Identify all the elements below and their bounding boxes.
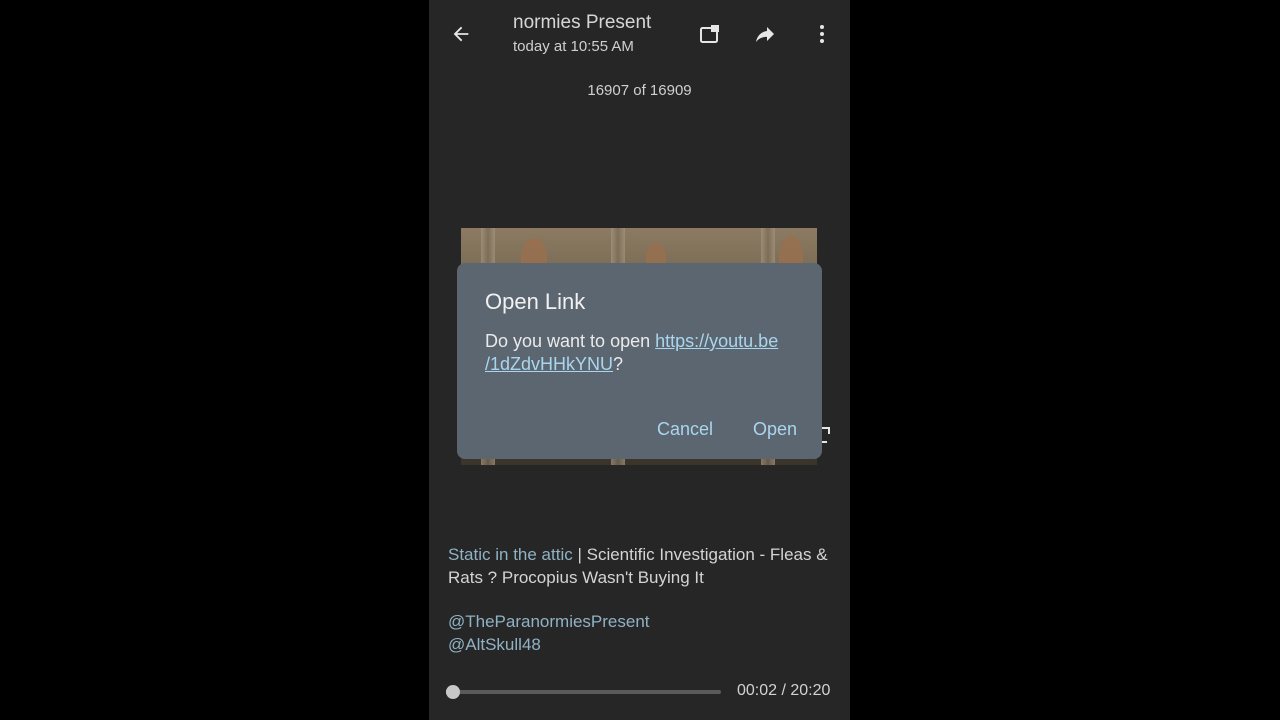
- mention-link[interactable]: @AltSkull48: [448, 634, 828, 657]
- viewer-screen: normies Present today at 10:55 AM 16907 …: [429, 0, 850, 720]
- message-caption: Static in the attic | Scientific Investi…: [448, 544, 828, 656]
- more-options-button[interactable]: [808, 20, 836, 48]
- caption-separator: |: [572, 545, 587, 564]
- arrow-left-icon: [453, 26, 469, 42]
- message-timestamp: today at 10:55 AM: [513, 38, 634, 55]
- dialog-title: Open Link: [485, 289, 586, 314]
- seek-track: [446, 690, 721, 694]
- dialog-url-part: /1dZdvHHkYNU: [485, 353, 614, 374]
- share-button[interactable]: [751, 20, 779, 48]
- header-title-block: normies Present today at 10:55 AM: [513, 10, 663, 55]
- seek-thumb[interactable]: [446, 685, 460, 699]
- more-vertical-icon: [820, 25, 824, 43]
- open-button[interactable]: Open: [753, 419, 797, 440]
- playback-time: 00:02 / 20:20: [737, 682, 831, 699]
- open-link-dialog: Open Link Do you want to open https://yo…: [457, 263, 822, 459]
- chat-title: normies Present: [513, 12, 652, 33]
- dialog-message-suffix: ?: [613, 353, 624, 374]
- open-in-chat-button[interactable]: [696, 20, 724, 48]
- mention-link[interactable]: @TheParanormiesPresent: [448, 611, 828, 634]
- caption-link[interactable]: Static in the attic: [448, 545, 573, 564]
- seek-bar[interactable]: [446, 684, 721, 700]
- top-bar: normies Present today at 10:55 AM: [429, 0, 850, 70]
- dialog-url-part: https://youtu.be: [655, 331, 779, 351]
- media-counter: 16907 of 16909: [587, 82, 692, 99]
- dialog-message: Do you want to open https://youtu.be/1dZ…: [485, 330, 805, 375]
- share-forward-icon: [756, 27, 774, 42]
- open-in-chat-icon: [700, 25, 719, 43]
- back-button[interactable]: [447, 20, 475, 48]
- cancel-button[interactable]: Cancel: [657, 419, 713, 440]
- dialog-message-prefix: Do you want to open: [485, 331, 656, 351]
